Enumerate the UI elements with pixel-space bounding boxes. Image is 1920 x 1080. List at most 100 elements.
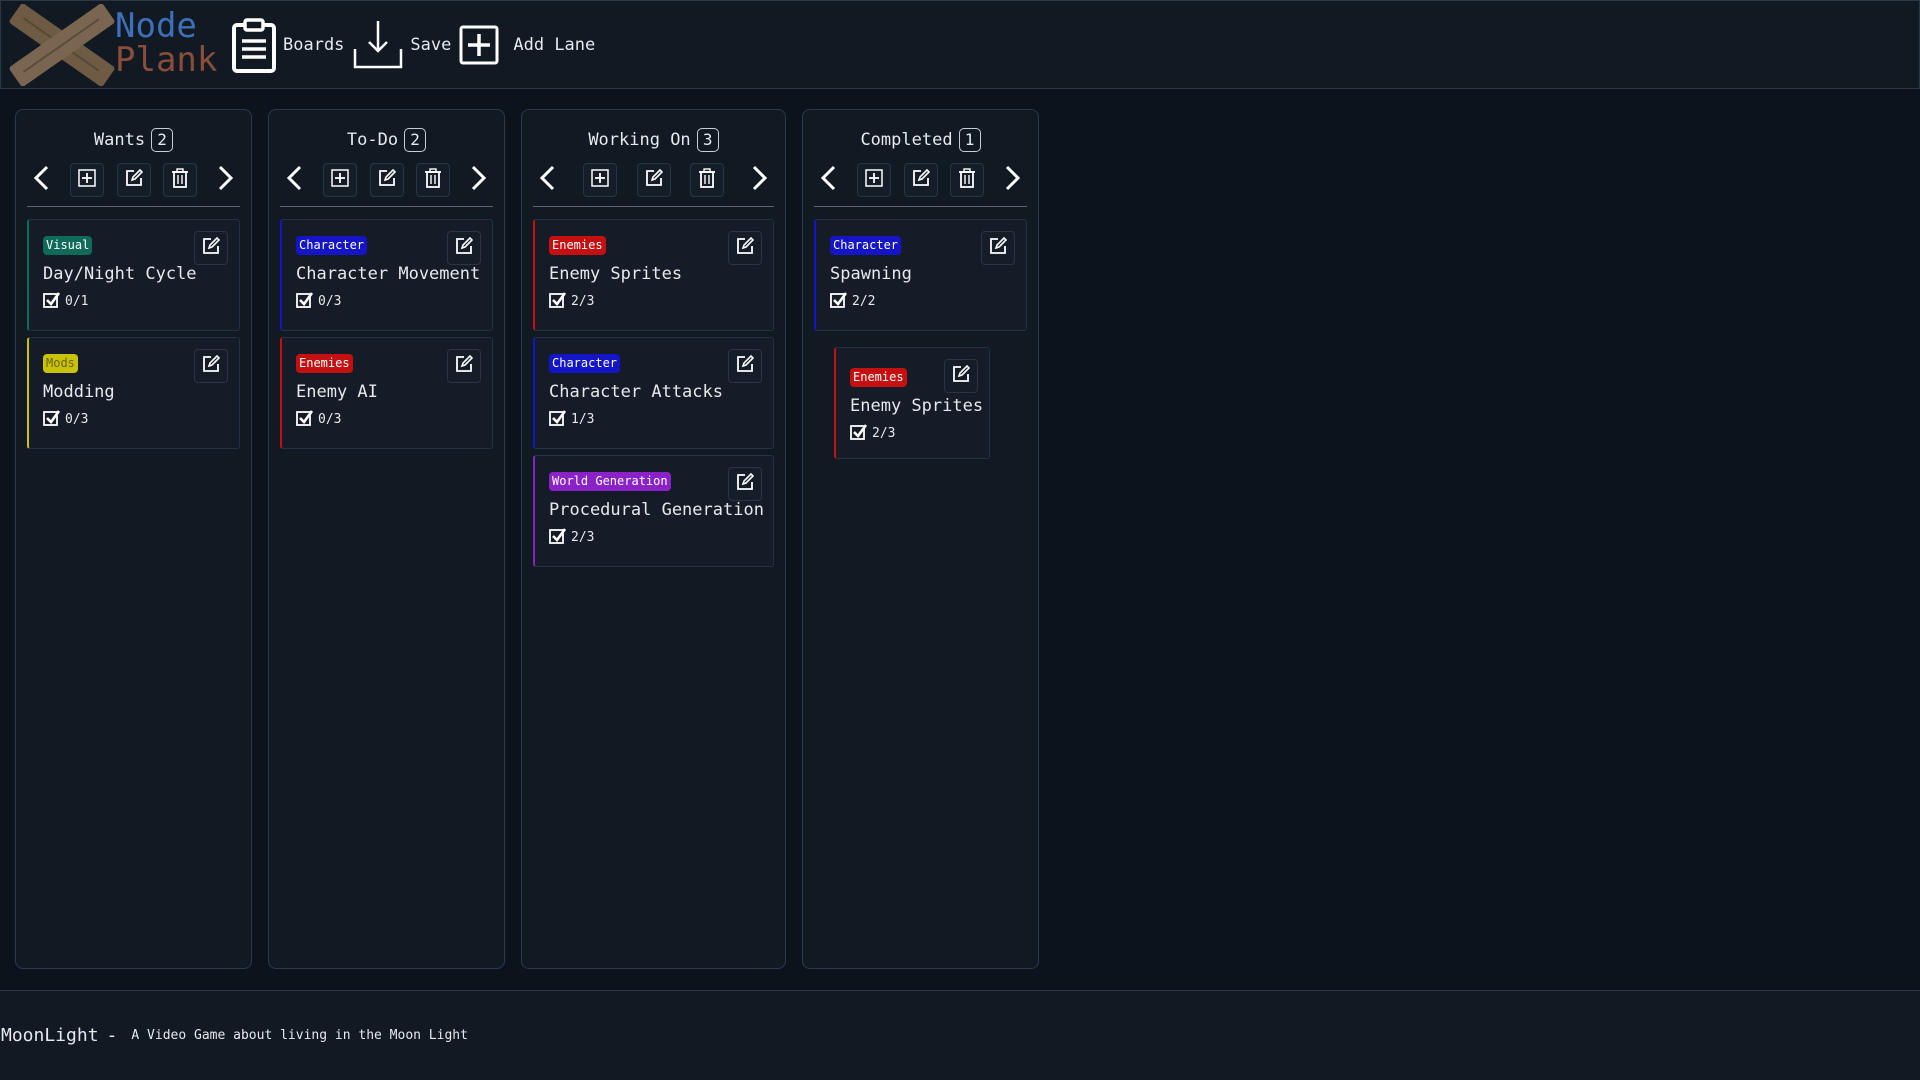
checkbox-icon bbox=[549, 291, 567, 312]
add-card-button[interactable] bbox=[582, 163, 617, 197]
add-lane-label: Add Lane bbox=[513, 34, 596, 55]
lane: To-Do 2 Character Character Movement 0/3… bbox=[268, 109, 505, 969]
app-logo[interactable]: Node Plank bbox=[1, 0, 221, 89]
card-tag: Enemies bbox=[549, 236, 606, 255]
add-lane-button[interactable]: Add Lane bbox=[459, 25, 595, 65]
trash-icon bbox=[424, 168, 442, 192]
card-list: Character Character Movement 0/3 Enemies… bbox=[280, 219, 493, 449]
download-icon bbox=[354, 20, 403, 68]
card-tag: Character bbox=[296, 236, 368, 255]
checkbox-icon bbox=[43, 409, 61, 430]
move-lane-left-button[interactable] bbox=[27, 163, 57, 197]
task-card[interactable]: Mods Modding 0/3 bbox=[27, 337, 240, 449]
edit-icon bbox=[455, 236, 474, 259]
task-card[interactable]: World Generation Procedural Generation 2… bbox=[533, 455, 774, 567]
lane-toolbar bbox=[533, 162, 774, 207]
add-card-button[interactable] bbox=[322, 163, 357, 197]
edit-icon bbox=[202, 354, 221, 377]
edit-icon bbox=[736, 236, 755, 259]
add-card-button[interactable] bbox=[69, 163, 104, 197]
chevron-right-icon bbox=[214, 165, 236, 195]
card-title: Enemy AI bbox=[296, 382, 378, 402]
move-lane-right-button[interactable] bbox=[997, 163, 1027, 197]
top-toolbar: Node Plank Boards Save Add Lane bbox=[0, 0, 1920, 89]
plus-icon bbox=[331, 169, 349, 191]
move-lane-left-button[interactable] bbox=[814, 163, 844, 197]
delete-lane-button[interactable] bbox=[950, 163, 985, 197]
card-title: Character Movement bbox=[296, 264, 481, 284]
crossed-planks-icon bbox=[9, 4, 115, 86]
card-progress: 2/2 bbox=[830, 291, 1012, 312]
card-progress-count: 0/3 bbox=[318, 294, 342, 309]
lane-card-count: 2 bbox=[151, 128, 174, 152]
lane-card-count: 3 bbox=[696, 128, 719, 152]
checkbox-icon bbox=[296, 409, 314, 430]
edit-icon bbox=[736, 472, 755, 495]
checkbox-icon bbox=[549, 527, 567, 548]
checkbox-icon bbox=[43, 291, 61, 312]
logo-text-plank: Plank bbox=[115, 40, 218, 80]
task-card[interactable]: Enemies Enemy Sprites 2/3 bbox=[533, 219, 774, 331]
board-name: MoonLight bbox=[1, 1025, 99, 1046]
boards-label: Boards bbox=[283, 34, 345, 55]
edit-icon bbox=[736, 354, 755, 377]
edit-card-button[interactable] bbox=[728, 349, 762, 383]
edit-card-button[interactable] bbox=[728, 467, 762, 501]
edit-card-button[interactable] bbox=[447, 349, 481, 383]
delete-lane-button[interactable] bbox=[416, 163, 451, 197]
task-card[interactable]: Visual Day/Night Cycle 0/1 bbox=[27, 219, 240, 331]
trash-icon bbox=[698, 168, 716, 192]
delete-lane-button[interactable] bbox=[163, 163, 198, 197]
task-card[interactable]: Enemies Enemy AI 0/3 bbox=[280, 337, 493, 449]
lane-header: Completed 1 bbox=[814, 110, 1027, 160]
board-description: A Video Game about living in the Moon Li… bbox=[131, 1028, 468, 1043]
lane-title: Working On bbox=[588, 130, 691, 150]
card-title: Enemy Sprites bbox=[549, 264, 683, 284]
save-button[interactable]: Save bbox=[352, 19, 451, 71]
move-lane-left-button[interactable] bbox=[280, 163, 310, 197]
edit-card-button[interactable] bbox=[447, 231, 481, 265]
card-list: Visual Day/Night Cycle 0/1 Mods Modding … bbox=[27, 219, 240, 449]
edit-icon bbox=[912, 168, 930, 191]
delete-lane-button[interactable] bbox=[690, 163, 725, 197]
card-title: Modding bbox=[43, 382, 115, 402]
edit-lane-button[interactable] bbox=[116, 163, 151, 197]
card-progress: 0/3 bbox=[296, 291, 478, 312]
save-label: Save bbox=[410, 34, 452, 55]
edit-card-button[interactable] bbox=[194, 231, 228, 265]
edit-card-button[interactable] bbox=[194, 349, 228, 383]
chevron-right-icon bbox=[1001, 165, 1023, 195]
card-progress-count: 1/3 bbox=[571, 412, 595, 427]
task-card[interactable]: Character Spawning 2/2 bbox=[814, 219, 1027, 331]
move-lane-right-button[interactable] bbox=[744, 163, 774, 197]
add-card-button[interactable] bbox=[856, 163, 891, 197]
edit-lane-button[interactable] bbox=[903, 163, 938, 197]
edit-lane-button[interactable] bbox=[369, 163, 404, 197]
task-card[interactable]: Character Character Movement 0/3 bbox=[280, 219, 493, 331]
lane-card-count: 2 bbox=[404, 128, 427, 152]
card-tag: Visual bbox=[43, 236, 93, 255]
move-lane-right-button[interactable] bbox=[463, 163, 493, 197]
boards-button[interactable]: Boards bbox=[231, 17, 344, 73]
plus-icon bbox=[591, 169, 609, 191]
move-lane-left-button[interactable] bbox=[533, 163, 563, 197]
edit-card-button[interactable] bbox=[981, 231, 1015, 265]
task-card[interactable]: Enemies Enemy Sprites 2/3 bbox=[834, 347, 990, 459]
edit-card-button[interactable] bbox=[944, 359, 978, 393]
edit-card-button[interactable] bbox=[728, 231, 762, 265]
card-progress-count: 2/3 bbox=[571, 530, 595, 545]
trash-icon bbox=[171, 168, 189, 192]
move-lane-right-button[interactable] bbox=[210, 163, 240, 197]
edit-lane-button[interactable] bbox=[636, 163, 671, 197]
lane-header: To-Do 2 bbox=[280, 110, 493, 160]
card-progress: 2/3 bbox=[850, 423, 975, 444]
checkbox-icon bbox=[296, 291, 314, 312]
lane-card-count: 1 bbox=[958, 128, 981, 152]
lanes-container: Wants 2 Visual Day/Night Cycle 0/1 Mods … bbox=[15, 109, 1039, 969]
clipboard-icon bbox=[232, 17, 276, 73]
task-card[interactable]: Character Character Attacks 1/3 bbox=[533, 337, 774, 449]
chevron-left-icon bbox=[31, 165, 53, 195]
chevron-left-icon bbox=[537, 165, 559, 195]
edit-icon bbox=[989, 236, 1008, 259]
card-progress: 0/3 bbox=[296, 409, 478, 430]
